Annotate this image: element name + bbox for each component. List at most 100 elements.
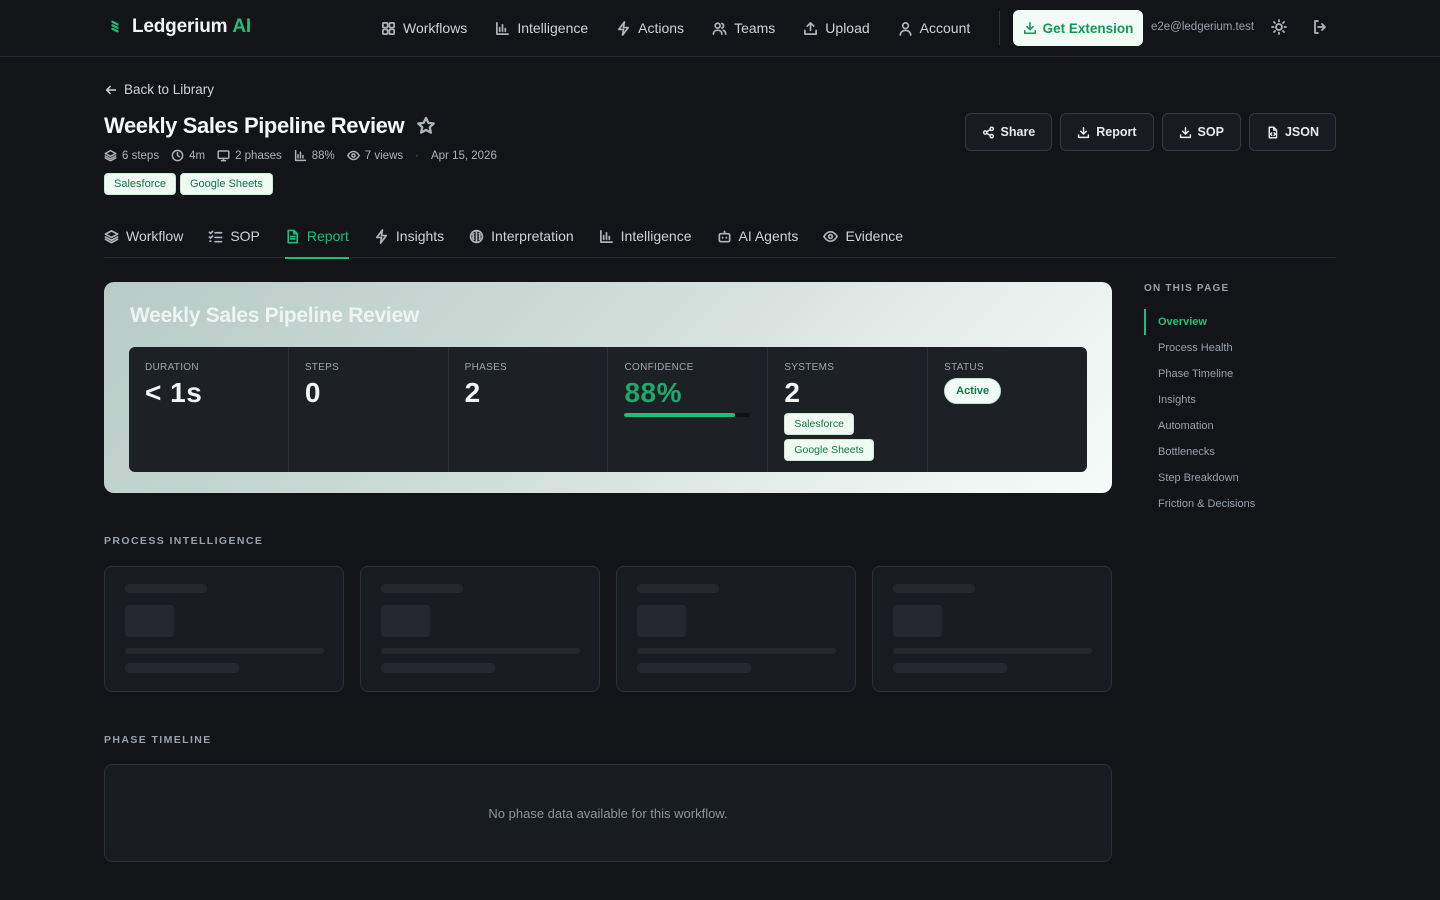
tab-interpretation[interactable]: Interpretation (469, 214, 574, 258)
nav-label: Workflows (403, 20, 468, 36)
nav-upload[interactable]: Upload (803, 20, 870, 36)
get-extension-button[interactable]: Get Extension (1013, 10, 1143, 46)
logo-icon (111, 20, 119, 33)
stat-label: Systems (784, 362, 835, 373)
skeleton-line (637, 648, 836, 654)
theme-toggle-button[interactable] (1271, 19, 1287, 35)
skeleton-line (893, 584, 975, 593)
toc-item-overview[interactable]: Overview (1144, 309, 1334, 335)
skeleton-line (125, 648, 324, 654)
bar-chart-icon (496, 21, 510, 35)
tab-evidence[interactable]: Evidence (823, 214, 903, 258)
download-icon (1078, 126, 1090, 138)
toc-item-insights[interactable]: Insights (1144, 387, 1334, 413)
tab-sop[interactable]: SOP (208, 214, 260, 258)
tab-label: SOP (230, 228, 260, 244)
tag-salesforce[interactable]: Salesforce (104, 173, 176, 195)
share-label: Share (1000, 125, 1036, 139)
meta-views-text: 7 views (364, 149, 404, 162)
toc-item-automation[interactable]: Automation (1144, 413, 1334, 439)
tab-workflow[interactable]: Workflow (104, 214, 183, 258)
tab-label: Report (306, 228, 349, 244)
toc-item-friction-decisions[interactable]: Friction & Decisions (1144, 491, 1334, 517)
stat-status: Status Active (928, 347, 1087, 472)
brain-icon (469, 229, 484, 243)
download-report-button[interactable]: Report (1060, 113, 1154, 151)
download-json-button[interactable]: JSON (1248, 113, 1336, 151)
back-to-library-link[interactable]: Back to Library (104, 82, 214, 97)
toc-item-step-breakdown[interactable]: Step Breakdown (1144, 465, 1334, 491)
nav-actions[interactable]: Actions (616, 20, 684, 36)
skeleton-line (381, 663, 495, 673)
confidence-bar-fill (624, 413, 736, 417)
phase-timeline-heading: PHASE TIMELINE (104, 734, 212, 746)
skeleton-line (637, 584, 719, 593)
user-email: e2e@ledgerium.test (1151, 21, 1255, 33)
nav-workflows[interactable]: Workflows (381, 20, 467, 36)
skeleton-block (637, 605, 686, 637)
system-tag-salesforce: Salesforce (784, 413, 854, 435)
download-icon (1023, 21, 1036, 35)
stat-value: < 1s (145, 377, 203, 408)
stat-label: Phases (464, 362, 508, 373)
toc-item-process-health[interactable]: Process Health (1144, 335, 1334, 361)
skeleton-block (893, 605, 942, 637)
nav-intelligence[interactable]: Intelligence (495, 20, 588, 36)
favorite-button[interactable] (416, 116, 436, 136)
tab-intelligence[interactable]: Intelligence (599, 214, 692, 258)
nav-label: Actions (638, 20, 685, 36)
json-label: JSON (1284, 125, 1319, 139)
workflow-meta: 6 steps 4m 2 phases 88% 7 views · Apr 15… (104, 149, 497, 162)
tab-ai-agents[interactable]: AI Agents (717, 214, 799, 258)
eye-icon (346, 150, 360, 161)
process-intelligence-heading: PROCESS INTELLIGENCE (104, 535, 264, 547)
share-button[interactable]: Share (964, 113, 1053, 151)
stat-label: Steps (304, 362, 340, 373)
download-sop-button[interactable]: SOP (1161, 113, 1241, 151)
brand[interactable]: Ledgerium AI (108, 16, 251, 38)
bar-chart-icon (599, 229, 613, 243)
stat-steps: Steps 0 (289, 347, 449, 472)
eye-icon (823, 230, 839, 242)
report-label: Report (1096, 125, 1137, 139)
grid-icon (382, 21, 395, 35)
meta-duration-text: 4m (189, 149, 206, 162)
stat-label: Duration (145, 362, 199, 373)
meta-steps-text: 6 steps (122, 149, 160, 162)
stat-value: 0 (304, 377, 321, 408)
toc-item-bottlenecks[interactable]: Bottlenecks (1144, 439, 1334, 465)
skeleton-block (381, 605, 430, 637)
tab-label: Intelligence (620, 228, 692, 244)
stat-confidence: Confidence 88% (608, 347, 769, 472)
toc-title: ON THIS PAGE (1144, 283, 1230, 294)
tab-label: AI Agents (738, 228, 799, 244)
logout-button[interactable] (1312, 19, 1328, 35)
nav-teams[interactable]: Teams (712, 20, 775, 36)
overview-card: Weekly Sales Pipeline Review Duration < … (104, 282, 1112, 493)
nav-label: Teams (734, 20, 776, 36)
meta-views: 7 views (346, 149, 404, 162)
tab-label: Insights (395, 228, 445, 244)
clock-icon (171, 149, 184, 162)
tag-google-sheets[interactable]: Google Sheets (179, 173, 273, 195)
stat-value: 2 (464, 377, 481, 408)
users-icon (712, 21, 727, 35)
sun-icon (1271, 19, 1287, 35)
nav-label: Account (919, 20, 971, 36)
skeleton-line (125, 663, 239, 673)
user-icon (899, 21, 912, 36)
loading-card (360, 566, 600, 692)
toc-item-phase-timeline[interactable]: Phase Timeline (1144, 361, 1334, 387)
nav-account[interactable]: Account (898, 20, 971, 36)
overview-title: Weekly Sales Pipeline Review (130, 304, 419, 327)
system-tag-google-sheets: Google Sheets (784, 439, 874, 461)
stat-systems: Systems 2 Salesforce Google Sheets (768, 347, 929, 472)
download-icon (1179, 126, 1191, 138)
tab-report[interactable]: Report (284, 214, 349, 259)
tab-insights[interactable]: Insights (374, 214, 444, 258)
on-this-page-nav: ON THIS PAGE Overview Process Health Pha… (1144, 283, 1334, 517)
loading-card (616, 566, 856, 692)
overview-stats: Duration < 1s Steps 0 Phases 2 Confidenc… (129, 347, 1087, 472)
process-intelligence-grid (104, 566, 1112, 692)
arrow-left-icon (105, 85, 117, 94)
